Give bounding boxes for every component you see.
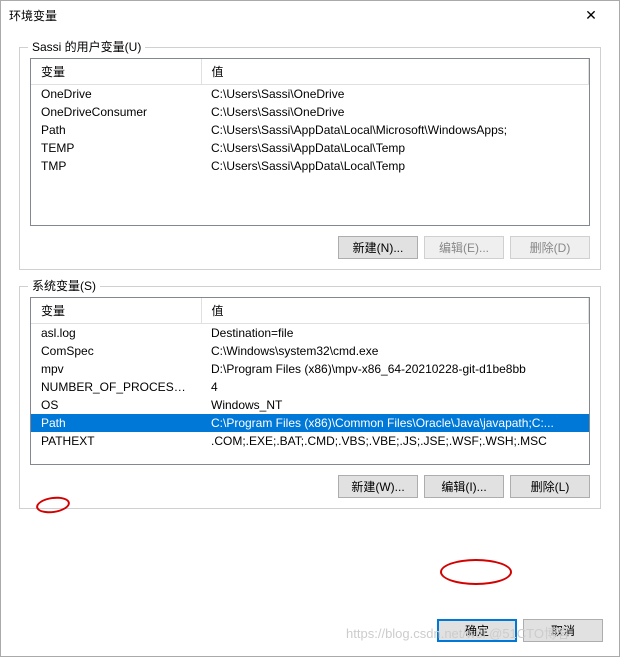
var-name: mpv bbox=[31, 360, 201, 378]
user-new-button[interactable]: 新建(N)... bbox=[338, 236, 418, 259]
content-area: Sassi 的用户变量(U) 变量 值 OneDriveC:\Users\Sas… bbox=[1, 29, 619, 609]
system-edit-button[interactable]: 编辑(I)... bbox=[424, 475, 504, 498]
col-header-value[interactable]: 值 bbox=[201, 298, 589, 324]
var-value: C:\Users\Sassi\OneDrive bbox=[201, 103, 589, 121]
system-variables-group: 系统变量(S) 变量 值 asl.logDestination=fileComS… bbox=[19, 286, 601, 509]
user-variables-table[interactable]: 变量 值 OneDriveC:\Users\Sassi\OneDriveOneD… bbox=[30, 58, 590, 226]
table-row[interactable]: OneDriveC:\Users\Sassi\OneDrive bbox=[31, 85, 589, 104]
var-value: C:\Windows\system32\cmd.exe bbox=[201, 342, 589, 360]
var-value: .COM;.EXE;.BAT;.CMD;.VBS;.VBE;.JS;.JSE;.… bbox=[201, 432, 589, 450]
user-delete-button: 删除(D) bbox=[510, 236, 590, 259]
table-row[interactable]: OneDriveConsumerC:\Users\Sassi\OneDrive bbox=[31, 103, 589, 121]
col-header-name[interactable]: 变量 bbox=[31, 59, 201, 85]
titlebar: 环境变量 ✕ bbox=[1, 1, 619, 29]
var-name: Path bbox=[31, 414, 201, 432]
var-value: 4 bbox=[201, 378, 589, 396]
close-icon[interactable]: ✕ bbox=[571, 7, 611, 24]
table-row[interactable]: mpvD:\Program Files (x86)\mpv-x86_64-202… bbox=[31, 360, 589, 378]
table-row[interactable]: TEMPC:\Users\Sassi\AppData\Local\Temp bbox=[31, 139, 589, 157]
var-name: OneDriveConsumer bbox=[31, 103, 201, 121]
var-name: PATHEXT bbox=[31, 432, 201, 450]
system-new-button[interactable]: 新建(W)... bbox=[338, 475, 418, 498]
system-button-row: 新建(W)... 编辑(I)... 删除(L) bbox=[30, 475, 590, 498]
table-row[interactable]: NUMBER_OF_PROCESSORS4 bbox=[31, 378, 589, 396]
var-name: TMP bbox=[31, 157, 201, 175]
var-value: C:\Users\Sassi\AppData\Local\Temp bbox=[201, 157, 589, 175]
ok-button[interactable]: 确定 bbox=[437, 619, 517, 642]
user-variables-group: Sassi 的用户变量(U) 变量 值 OneDriveC:\Users\Sas… bbox=[19, 47, 601, 270]
var-name: OneDrive bbox=[31, 85, 201, 104]
var-value: C:\Users\Sassi\OneDrive bbox=[201, 85, 589, 104]
table-row[interactable]: TMPC:\Users\Sassi\AppData\Local\Temp bbox=[31, 157, 589, 175]
var-name: ComSpec bbox=[31, 342, 201, 360]
system-variables-legend: 系统变量(S) bbox=[28, 277, 100, 294]
user-variables-legend: Sassi 的用户变量(U) bbox=[28, 38, 145, 55]
var-value: C:\Users\Sassi\AppData\Local\Temp bbox=[201, 139, 589, 157]
system-delete-button[interactable]: 删除(L) bbox=[510, 475, 590, 498]
cancel-button[interactable]: 取消 bbox=[523, 619, 603, 642]
table-row[interactable]: PathC:\Program Files (x86)\Common Files\… bbox=[31, 414, 589, 432]
user-button-row: 新建(N)... 编辑(E)... 删除(D) bbox=[30, 236, 590, 259]
var-name: NUMBER_OF_PROCESSORS bbox=[31, 378, 201, 396]
user-edit-button: 编辑(E)... bbox=[424, 236, 504, 259]
dialog-footer: 确定 取消 bbox=[1, 609, 619, 656]
var-value: D:\Program Files (x86)\mpv-x86_64-202102… bbox=[201, 360, 589, 378]
table-row[interactable]: PATHEXT.COM;.EXE;.BAT;.CMD;.VBS;.VBE;.JS… bbox=[31, 432, 589, 450]
var-value: C:\Program Files (x86)\Common Files\Orac… bbox=[201, 414, 589, 432]
table-row[interactable]: asl.logDestination=file bbox=[31, 324, 589, 343]
var-name: OS bbox=[31, 396, 201, 414]
var-name: asl.log bbox=[31, 324, 201, 343]
var-value: Destination=file bbox=[201, 324, 589, 343]
system-variables-table[interactable]: 变量 值 asl.logDestination=fileComSpecC:\Wi… bbox=[30, 297, 590, 465]
var-value: Windows_NT bbox=[201, 396, 589, 414]
table-row[interactable]: OSWindows_NT bbox=[31, 396, 589, 414]
env-vars-dialog: 环境变量 ✕ Sassi 的用户变量(U) 变量 值 OneDriveC:\Us… bbox=[0, 0, 620, 657]
table-row[interactable]: PathC:\Users\Sassi\AppData\Local\Microso… bbox=[31, 121, 589, 139]
col-header-value[interactable]: 值 bbox=[201, 59, 589, 85]
var-name: TEMP bbox=[31, 139, 201, 157]
var-value: C:\Users\Sassi\AppData\Local\Microsoft\W… bbox=[201, 121, 589, 139]
var-name: Path bbox=[31, 121, 201, 139]
window-title: 环境变量 bbox=[9, 7, 571, 24]
table-row[interactable]: ComSpecC:\Windows\system32\cmd.exe bbox=[31, 342, 589, 360]
col-header-name[interactable]: 变量 bbox=[31, 298, 201, 324]
